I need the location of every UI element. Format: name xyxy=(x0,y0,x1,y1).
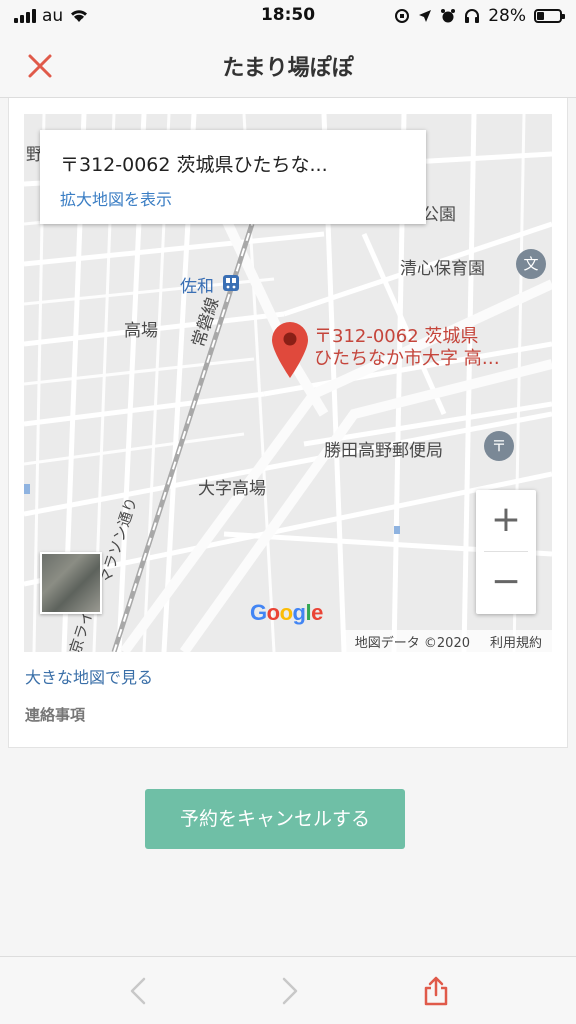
school-icon: 文 xyxy=(516,249,546,279)
map-view[interactable]: 野 公園 清心保育園 文 佐和 高場 常磐線 勝田高野郵便局 〒 大字高場 マラ… xyxy=(24,114,552,652)
nav-header: たまり場ぽぽ xyxy=(0,34,576,98)
status-right: 28% xyxy=(394,6,565,26)
zoom-out-button[interactable]: − xyxy=(476,552,536,614)
pin-label-line1: 〒312-0062 茨城県 xyxy=(314,326,479,347)
zoom-in-button[interactable]: + xyxy=(476,490,536,552)
map-label-park: 公園 xyxy=(422,205,456,225)
view-big-map-link[interactable]: 大きな地図で見る xyxy=(25,664,153,688)
satellite-toggle-thumbnail[interactable] xyxy=(40,552,102,614)
map-data-credit: 地図データ ©2020 xyxy=(354,635,470,651)
view-larger-map-link[interactable]: 拡大地図を表示 xyxy=(60,186,172,210)
battery-icon xyxy=(534,9,565,23)
alarm-icon xyxy=(441,9,456,23)
page-title: たまり場ぽぽ xyxy=(222,56,354,81)
post-office-icon: 〒 xyxy=(484,431,514,461)
map-label-post-office: 勝田高野郵便局 xyxy=(324,441,443,461)
terms-link[interactable]: 利用規約 xyxy=(490,632,542,651)
map-label-station: 佐和 xyxy=(180,277,214,297)
battery-percent: 28% xyxy=(488,6,526,26)
map-label-takaba: 高場 xyxy=(124,321,158,341)
google-logo: Google xyxy=(250,600,323,625)
zoom-control: + − xyxy=(476,490,536,614)
map-pin-icon[interactable] xyxy=(270,320,310,378)
info-address: 〒312-0062 茨城県ひたちな... xyxy=(60,154,328,176)
share-icon[interactable] xyxy=(420,975,452,1007)
contact-notes-label: 連絡事項 xyxy=(25,706,86,724)
train-station-icon xyxy=(223,275,239,291)
map-info-box: 〒312-0062 茨城県ひたちな... 拡大地図を表示 xyxy=(40,130,426,224)
pin-label: 〒312-0062 茨城県 ひたちなか市大字 高… xyxy=(314,326,500,370)
screen-lock-icon xyxy=(395,9,410,23)
map-label-oaza-takaba: 大字高場 xyxy=(198,479,266,499)
map-label-school: 清心保育園 xyxy=(400,259,485,279)
status-bar: au 18:50 28% xyxy=(0,0,576,34)
chevron-left-icon[interactable] xyxy=(124,975,156,1007)
pin-label-line2: ひたちなか市大字 高… xyxy=(314,348,500,369)
map-footer: 地図データ ©2020 利用規約 xyxy=(344,630,552,652)
cancel-reservation-button[interactable]: 予約をキャンセルする xyxy=(145,789,405,849)
bottom-toolbar xyxy=(0,956,576,1024)
location-arrow-icon xyxy=(419,10,432,22)
chevron-right-icon[interactable] xyxy=(272,975,304,1007)
headphones-icon xyxy=(465,9,480,23)
